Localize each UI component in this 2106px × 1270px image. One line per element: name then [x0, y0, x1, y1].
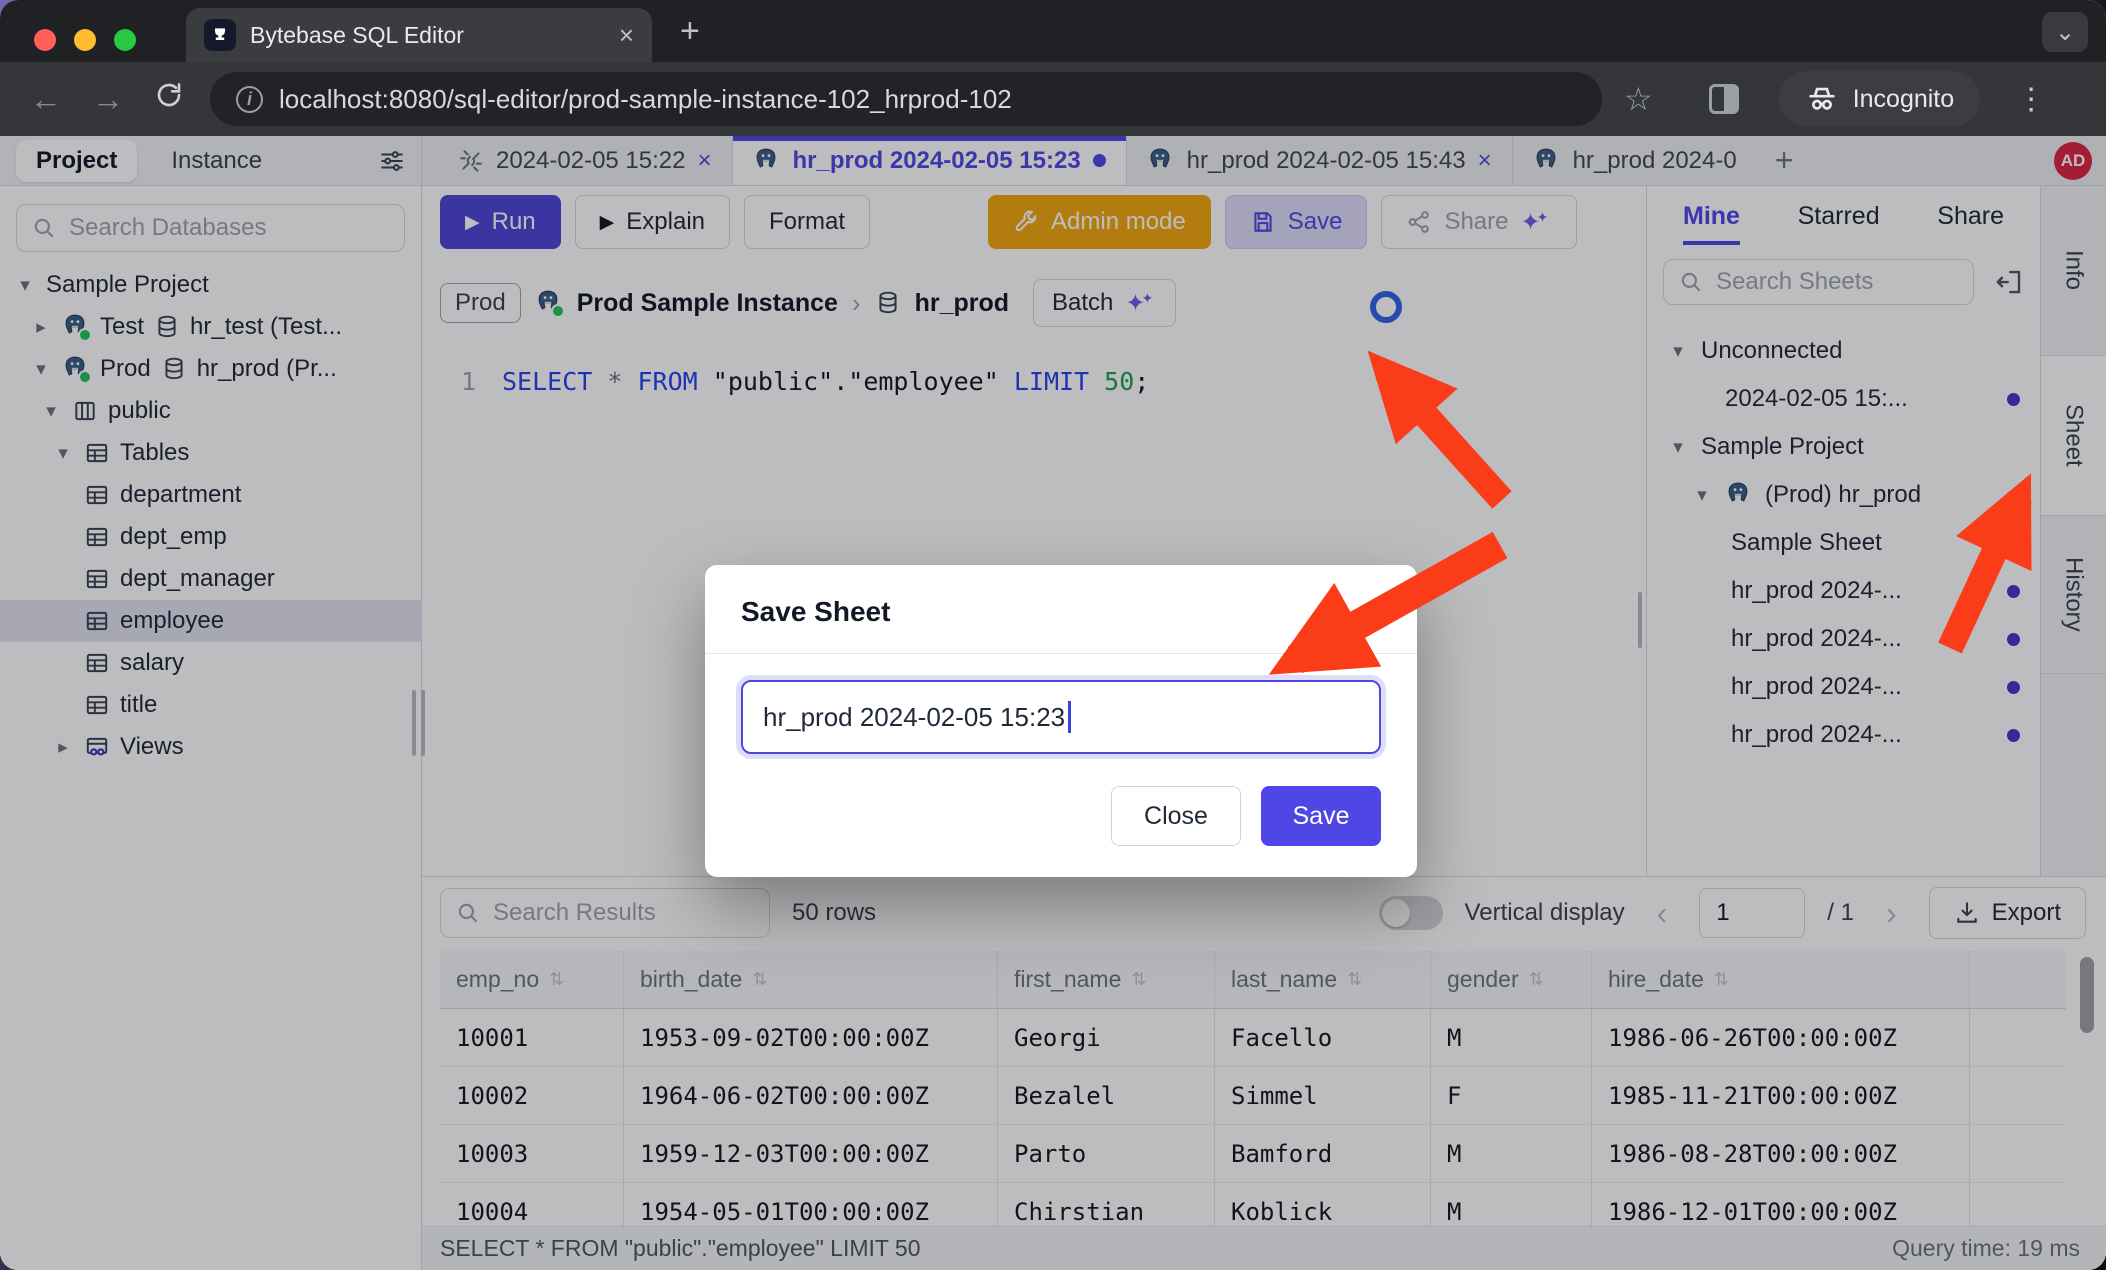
dialog-header: Save Sheet × [741, 595, 1381, 629]
text-cursor [1068, 701, 1071, 733]
browser-tabstrip: Bytebase SQL Editor × + ⌄ [0, 0, 2106, 62]
dialog-buttons: Close Save [741, 786, 1381, 846]
maximize-window-button[interactable] [114, 29, 136, 51]
dialog-title: Save Sheet [741, 596, 890, 628]
side-panel-icon[interactable] [1709, 84, 1739, 114]
tab-search-chevron-button[interactable]: ⌄ [2042, 12, 2088, 52]
browser-tab[interactable]: Bytebase SQL Editor × [186, 8, 652, 62]
site-info-icon[interactable]: i [236, 86, 263, 113]
close-window-button[interactable] [34, 29, 56, 51]
back-icon[interactable]: ← [30, 81, 62, 118]
sheet-name-value: hr_prod 2024-02-05 15:23 [763, 702, 1065, 733]
new-tab-button[interactable]: + [680, 12, 700, 51]
forward-icon[interactable]: → [92, 81, 124, 118]
sheet-name-input[interactable]: hr_prod 2024-02-05 15:23 [741, 680, 1381, 754]
bytebase-favicon [204, 19, 236, 51]
browser-window: Bytebase SQL Editor × + ⌄ ← → i localhos… [0, 0, 2106, 1270]
browser-toolbar: ← → i localhost:8080/sql-editor/prod-sam… [0, 62, 2106, 136]
close-dialog-icon[interactable]: × [1363, 595, 1381, 629]
browser-tab-title: Bytebase SQL Editor [250, 22, 605, 49]
window-controls [34, 29, 136, 51]
save-confirm-button[interactable]: Save [1261, 786, 1381, 846]
screen: Bytebase SQL Editor × + ⌄ ← → i localhos… [0, 0, 2106, 1270]
bookmark-star-icon[interactable]: ☆ [1624, 80, 1653, 118]
dialog-divider [705, 653, 1417, 654]
close-button[interactable]: Close [1111, 786, 1241, 846]
incognito-badge: Incognito [1779, 71, 1980, 127]
url-text: localhost:8080/sql-editor/prod-sample-in… [279, 84, 1012, 115]
save-sheet-dialog: Save Sheet × hr_prod 2024-02-05 15:23 Cl… [705, 565, 1417, 877]
minimize-window-button[interactable] [74, 29, 96, 51]
reload-icon[interactable] [154, 80, 184, 118]
browser-menu-icon[interactable]: ⋮ [2016, 82, 2046, 117]
address-bar[interactable]: i localhost:8080/sql-editor/prod-sample-… [210, 72, 1602, 126]
incognito-label: Incognito [1853, 85, 1954, 114]
incognito-icon [1805, 82, 1839, 116]
close-tab-icon[interactable]: × [619, 22, 634, 48]
